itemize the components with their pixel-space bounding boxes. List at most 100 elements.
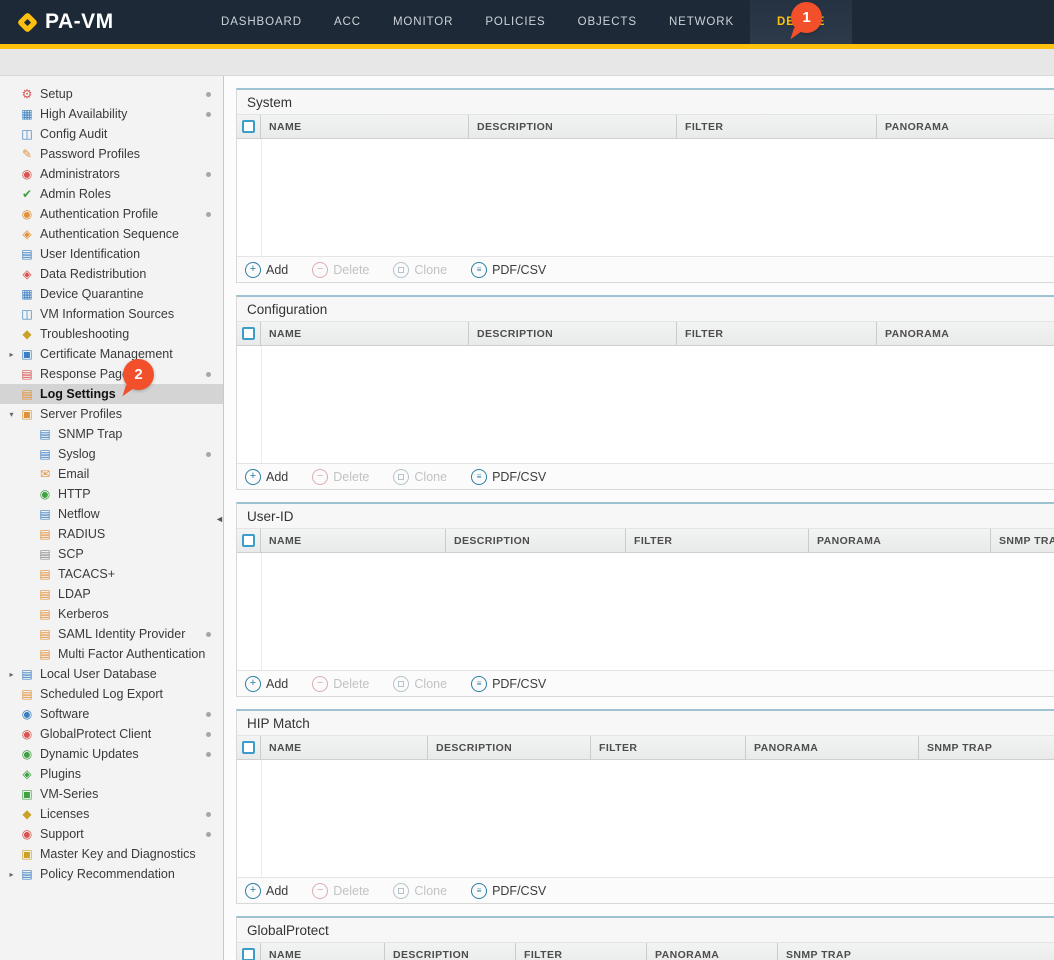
select-all-checkbox[interactable] — [242, 948, 255, 960]
select-all-cell[interactable] — [237, 115, 261, 138]
sidebar-item-device-quarantine[interactable]: ▦ Device Quarantine — [0, 284, 223, 304]
column-header-snmp-trap[interactable]: SNMP TRAP — [991, 529, 1054, 552]
select-all-cell[interactable] — [237, 322, 261, 345]
sidebar-item-ldap[interactable]: ▤ LDAP — [0, 584, 223, 604]
sidebar-item-high-availability[interactable]: ▦ High Availability — [0, 104, 223, 124]
tab-dashboard[interactable]: DASHBOARD — [205, 0, 318, 44]
sidebar-item-administrators[interactable]: ◉ Administrators — [0, 164, 223, 184]
select-all-checkbox[interactable] — [242, 120, 255, 133]
column-header-snmp-trap[interactable]: SNMP TRAP — [778, 943, 1054, 960]
sidebar-item-vm-series[interactable]: ▣ VM-Series — [0, 784, 223, 804]
column-header-description[interactable]: DESCRIPTION — [446, 529, 626, 552]
delete-button[interactable]: − Delete — [312, 469, 369, 485]
column-header-description[interactable]: DESCRIPTION — [385, 943, 516, 960]
select-all-cell[interactable] — [237, 943, 261, 960]
sidebar-item-globalprotect-client[interactable]: ◉ GlobalProtect Client — [0, 724, 223, 744]
sidebar-item-log-settings[interactable]: ▤ Log Settings — [0, 384, 223, 404]
column-header-description[interactable]: DESCRIPTION — [469, 115, 677, 138]
sidebar-item-plugins[interactable]: ◈ Plugins — [0, 764, 223, 784]
column-header-filter[interactable]: FILTER — [677, 322, 877, 345]
sidebar-item-radius[interactable]: ▤ RADIUS — [0, 524, 223, 544]
sidebar-item-authentication-profile[interactable]: ◉ Authentication Profile — [0, 204, 223, 224]
column-header-filter[interactable]: FILTER — [626, 529, 809, 552]
expand-chevron-icon[interactable]: ▸ — [4, 350, 19, 359]
column-header-filter[interactable]: FILTER — [677, 115, 877, 138]
delete-button[interactable]: − Delete — [312, 676, 369, 692]
sidebar-item-tacacs[interactable]: ▤ TACACS+ — [0, 564, 223, 584]
sidebar-item-admin-roles[interactable]: ✔ Admin Roles — [0, 184, 223, 204]
sidebar-item-certificate-management[interactable]: ▸ ▣ Certificate Management — [0, 344, 223, 364]
sidebar-item-troubleshooting[interactable]: ◆ Troubleshooting — [0, 324, 223, 344]
column-header-name[interactable]: NAME — [261, 115, 469, 138]
sidebar-item-kerberos[interactable]: ▤ Kerberos — [0, 604, 223, 624]
column-header-name[interactable]: NAME — [261, 322, 469, 345]
add-button[interactable]: + Add — [245, 469, 288, 485]
column-header-filter[interactable]: FILTER — [516, 943, 647, 960]
column-header-name[interactable]: NAME — [261, 736, 428, 759]
sidebar-item-scp[interactable]: ▤ SCP — [0, 544, 223, 564]
sidebar-item-saml-identity-provider[interactable]: ▤ SAML Identity Provider — [0, 624, 223, 644]
column-header-panorama[interactable]: PANORAMA — [647, 943, 778, 960]
sidebar-item-snmp-trap[interactable]: ▤ SNMP Trap — [0, 424, 223, 444]
select-all-cell[interactable] — [237, 736, 261, 759]
column-header-name[interactable]: NAME — [261, 529, 446, 552]
sidebar-item-setup[interactable]: ⚙ Setup — [0, 84, 223, 104]
sidebar-item-server-profiles[interactable]: ▾ ▣ Server Profiles — [0, 404, 223, 424]
pdf-csv-button[interactable]: ≡ PDF/CSV — [471, 676, 546, 692]
select-all-checkbox[interactable] — [242, 327, 255, 340]
sidebar-item-user-identification[interactable]: ▤ User Identification — [0, 244, 223, 264]
column-header-snmp-trap[interactable]: SNMP TRAP — [919, 736, 1054, 759]
column-header-panorama[interactable]: PANORAMA — [877, 322, 1054, 345]
sidebar-item-dynamic-updates[interactable]: ◉ Dynamic Updates — [0, 744, 223, 764]
tab-network[interactable]: NETWORK — [653, 0, 750, 44]
sidebar-item-software[interactable]: ◉ Software — [0, 704, 223, 724]
clone-button[interactable]: Clone — [393, 262, 447, 278]
column-header-panorama[interactable]: PANORAMA — [746, 736, 919, 759]
delete-button[interactable]: − Delete — [312, 883, 369, 899]
sidebar-item-data-redistribution[interactable]: ◈ Data Redistribution — [0, 264, 223, 284]
sidebar-item-http[interactable]: ◉ HTTP — [0, 484, 223, 504]
sidebar-item-password-profiles[interactable]: ✎ Password Profiles — [0, 144, 223, 164]
expand-chevron-icon[interactable]: ▸ — [4, 870, 19, 879]
expand-chevron-icon[interactable]: ▾ — [4, 410, 19, 419]
tab-acc[interactable]: ACC — [318, 0, 377, 44]
sidebar-item-scheduled-log-export[interactable]: ▤ Scheduled Log Export — [0, 684, 223, 704]
sidebar-item-multi-factor-authentication[interactable]: ▤ Multi Factor Authentication — [0, 644, 223, 664]
delete-button[interactable]: − Delete — [312, 262, 369, 278]
tab-objects[interactable]: OBJECTS — [562, 0, 653, 44]
column-header-description[interactable]: DESCRIPTION — [428, 736, 591, 759]
tab-monitor[interactable]: MONITOR — [377, 0, 469, 44]
column-header-description[interactable]: DESCRIPTION — [469, 322, 677, 345]
column-header-panorama[interactable]: PANORAMA — [877, 115, 1054, 138]
sidebar-item-response-pages[interactable]: ▤ Response Pages — [0, 364, 223, 384]
sidebar-item-netflow[interactable]: ▤ Netflow — [0, 504, 223, 524]
clone-button[interactable]: Clone — [393, 883, 447, 899]
sidebar-item-master-key-and-diagnostics[interactable]: ▣ Master Key and Diagnostics — [0, 844, 223, 864]
sidebar-item-syslog[interactable]: ▤ Syslog — [0, 444, 223, 464]
column-header-panorama[interactable]: PANORAMA — [809, 529, 991, 552]
sidebar-item-authentication-sequence[interactable]: ◈ Authentication Sequence — [0, 224, 223, 244]
sidebar-item-licenses[interactable]: ◆ Licenses — [0, 804, 223, 824]
sidebar-item-local-user-database[interactable]: ▸ ▤ Local User Database — [0, 664, 223, 684]
tab-policies[interactable]: POLICIES — [469, 0, 561, 44]
sidebar-item-vm-information-sources[interactable]: ◫ VM Information Sources — [0, 304, 223, 324]
column-header-filter[interactable]: FILTER — [591, 736, 746, 759]
clone-button[interactable]: Clone — [393, 469, 447, 485]
add-button[interactable]: + Add — [245, 262, 288, 278]
clone-button[interactable]: Clone — [393, 676, 447, 692]
sidebar-item-support[interactable]: ◉ Support — [0, 824, 223, 844]
select-all-checkbox[interactable] — [242, 534, 255, 547]
expand-chevron-icon[interactable]: ▸ — [4, 670, 19, 679]
sidebar-item-config-audit[interactable]: ◫ Config Audit — [0, 124, 223, 144]
sidebar-item-policy-recommendation[interactable]: ▸ ▤ Policy Recommendation — [0, 864, 223, 884]
sidebar-collapse-arrow-icon[interactable]: ◄ — [215, 512, 224, 526]
select-all-checkbox[interactable] — [242, 741, 255, 754]
sidebar-item-email[interactable]: ✉ Email — [0, 464, 223, 484]
pdf-csv-button[interactable]: ≡ PDF/CSV — [471, 262, 546, 278]
add-button[interactable]: + Add — [245, 676, 288, 692]
pdf-csv-button[interactable]: ≡ PDF/CSV — [471, 469, 546, 485]
column-header-name[interactable]: NAME — [261, 943, 385, 960]
add-button[interactable]: + Add — [245, 883, 288, 899]
select-all-cell[interactable] — [237, 529, 261, 552]
pdf-csv-button[interactable]: ≡ PDF/CSV — [471, 883, 546, 899]
